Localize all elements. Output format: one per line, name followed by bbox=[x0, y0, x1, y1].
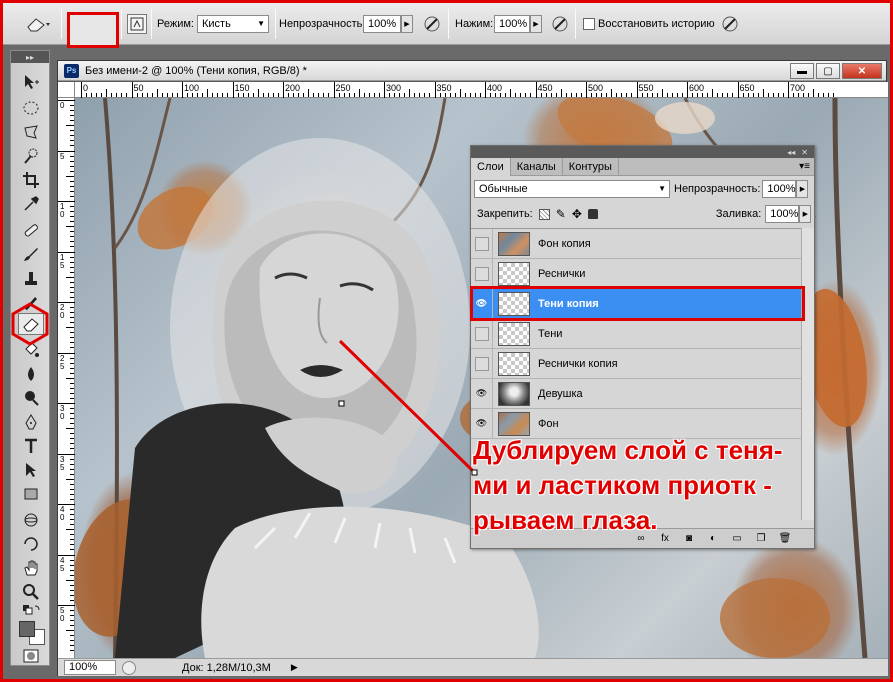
annotation-pointer-line bbox=[338, 339, 478, 476]
annotation-line-1: Дублируем слой с теня- bbox=[473, 435, 783, 465]
annotation-line-3: рываем глаза. bbox=[473, 505, 658, 535]
annotation-line-2: ми и ластиком приотк - bbox=[473, 470, 772, 500]
tutorial-annotation: Дублируем слой с теня- ми и ластиком при… bbox=[473, 433, 783, 538]
